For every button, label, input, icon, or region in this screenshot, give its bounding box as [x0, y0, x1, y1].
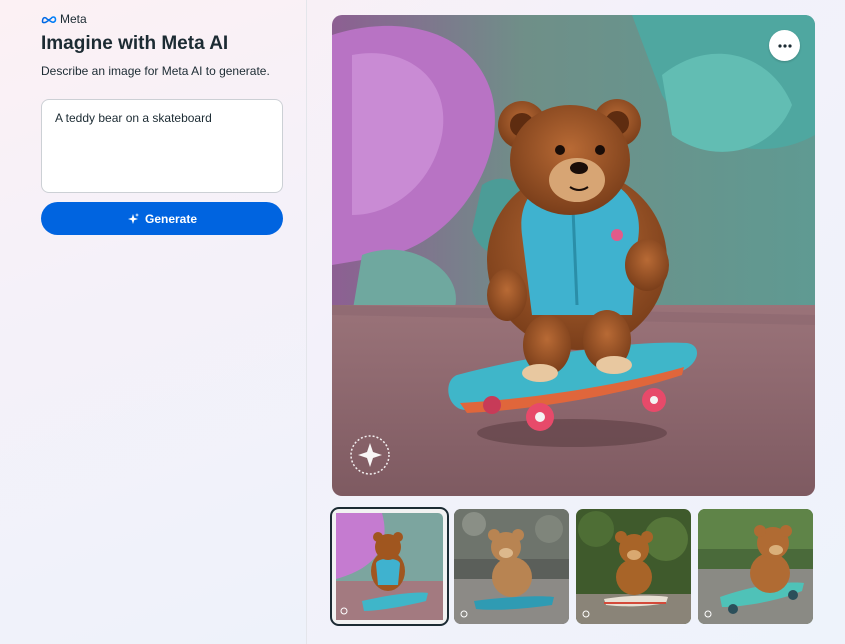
thumbnail-2[interactable] [454, 509, 569, 624]
meta-logo[interactable]: Meta [41, 12, 87, 26]
generated-image[interactable] [332, 15, 815, 496]
left-panel: Meta Imagine with Meta AI Describe an im… [0, 0, 307, 644]
prompt-input[interactable]: A teddy bear on a skateboard [41, 99, 283, 193]
generate-button[interactable]: Generate [41, 202, 283, 235]
brand-name: Meta [60, 12, 87, 26]
thumbnail-image-garden [576, 509, 691, 624]
thumbnail-image-park [698, 509, 813, 624]
thumbnail-4[interactable] [698, 509, 813, 624]
sparkle-icon [127, 212, 139, 224]
thumbnail-3[interactable] [576, 509, 691, 624]
page-title: Imagine with Meta AI [41, 33, 229, 54]
prompt-text: A teddy bear on a skateboard [55, 111, 212, 125]
thumbnail-image-street [454, 509, 569, 624]
teddy-bear-skateboard-image [332, 15, 815, 496]
meta-infinity-icon [41, 15, 57, 23]
more-options-button[interactable] [769, 30, 800, 61]
generate-button-label: Generate [144, 211, 198, 226]
more-horizontal-icon [777, 43, 792, 48]
page-subtitle: Describe an image for Meta AI to generat… [41, 64, 270, 78]
thumbnail-image-graffiti [332, 509, 447, 624]
thumbnail-1[interactable] [330, 507, 449, 626]
